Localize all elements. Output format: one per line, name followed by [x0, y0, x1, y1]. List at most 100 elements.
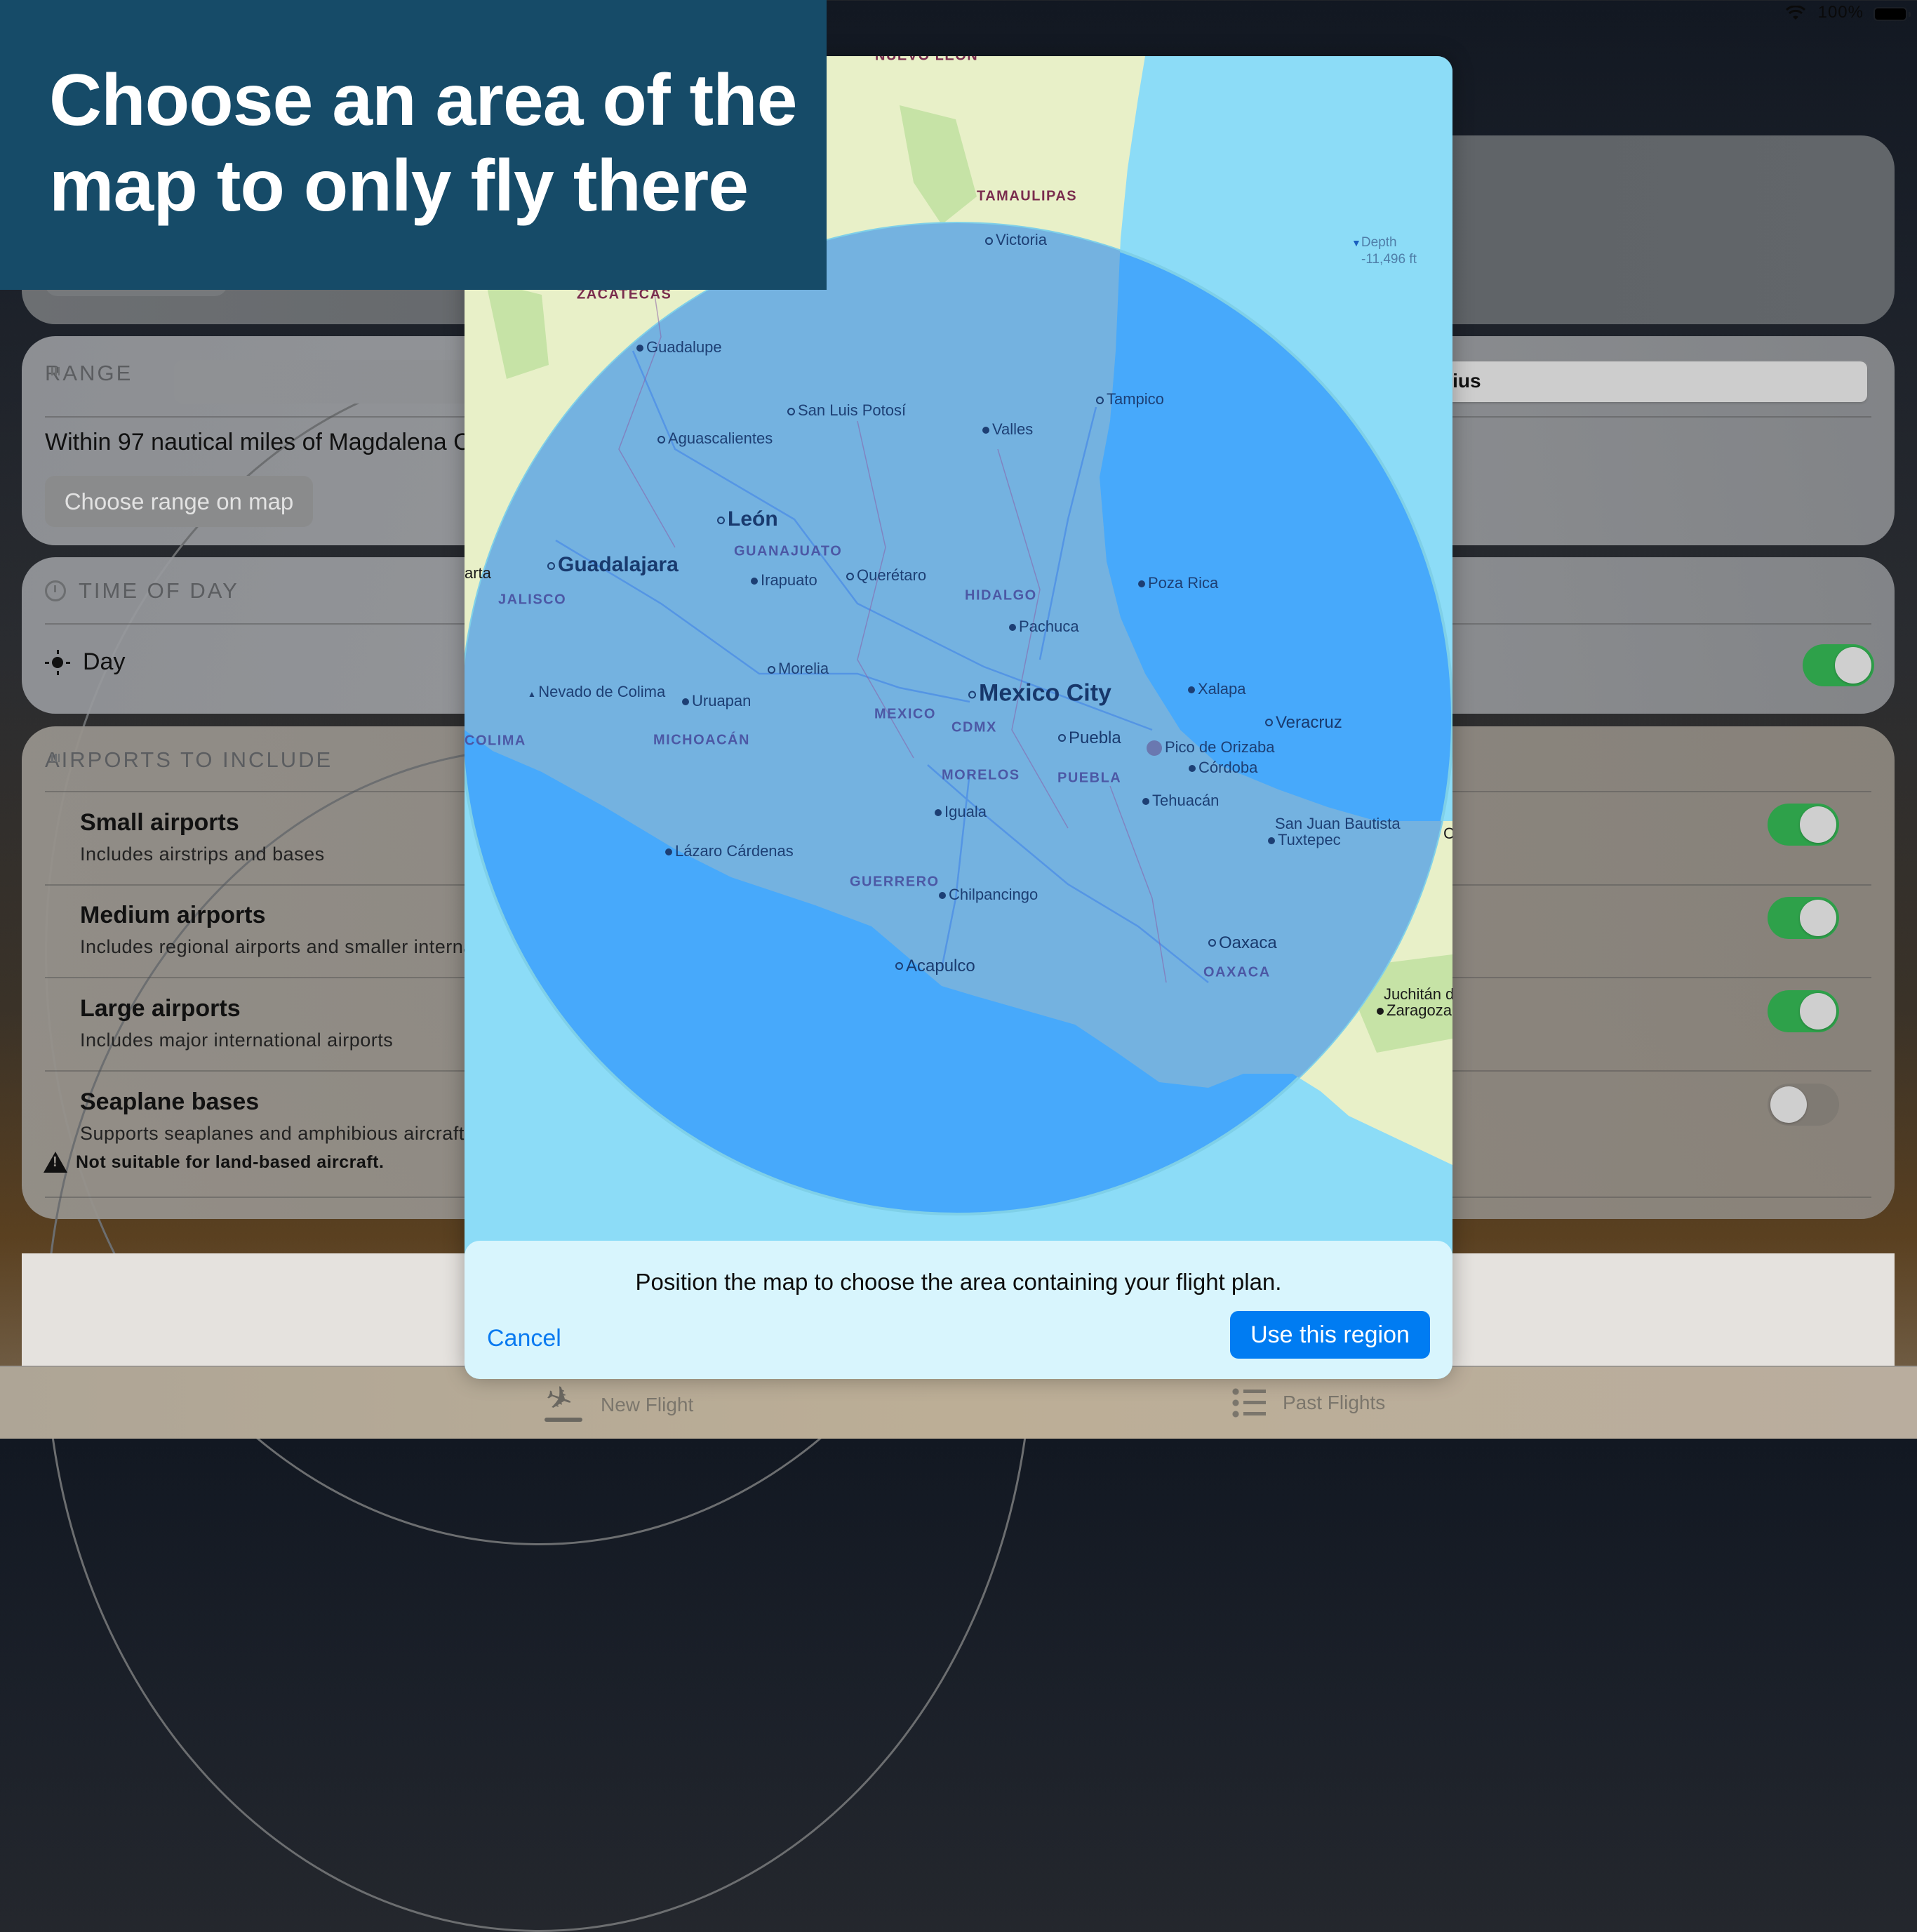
map-label-tamaulipas: TAMAULIPAS — [977, 188, 1078, 204]
city-dot — [547, 561, 555, 570]
map-label-guerrero: GUERRERO — [850, 874, 940, 890]
item-subtitle: Includes airstrips and bases — [80, 844, 325, 865]
map-label-tampico: Tampico — [1096, 390, 1164, 408]
tab-new-flight[interactable]: New Flight — [545, 1388, 693, 1422]
map-label-cordoba: Córdoba — [1189, 759, 1257, 777]
item-title: Small airports — [80, 809, 239, 836]
city-dot — [665, 848, 672, 856]
map-label-morelos: MORELOS — [942, 767, 1020, 783]
city-dot — [1208, 938, 1216, 947]
banner-line-1: Choose an area of the — [49, 60, 797, 141]
item-subtitle: Supports seaplanes and amphibious aircra… — [80, 1123, 465, 1144]
map-label-nuevo-leon: NUEVO LEÓN — [875, 56, 978, 65]
tab-past-flights[interactable]: Past Flights — [1232, 1388, 1385, 1418]
airport-type-seaplane: Seaplane bases Supports seaplanes and am… — [80, 1088, 465, 1145]
city-dot — [1009, 624, 1016, 632]
label-text: Acapulco — [906, 957, 975, 975]
city-dot — [768, 665, 775, 674]
map-label-leon: León — [717, 507, 778, 531]
map-label-iguala: Iguala — [935, 803, 987, 821]
large-airports-toggle[interactable] — [1768, 990, 1839, 1032]
promo-banner: Choose an area of the map to only fly th… — [0, 0, 827, 290]
city-dot — [717, 516, 725, 524]
label-text: Puebla — [1069, 728, 1121, 747]
label-text: Nevado de Colima — [538, 683, 666, 700]
time-header-label: TIME OF DAY — [79, 578, 239, 603]
city-dot — [682, 698, 689, 706]
warning-text: Not suitable for land-based aircraft. — [76, 1152, 385, 1172]
map-label-nevado-de-colima: ▲ Nevado de Colima — [528, 683, 665, 701]
depth-indicator: ▼Depth -11,496 ft — [1351, 234, 1417, 268]
map-label-irapuato: Irapuato — [751, 571, 817, 589]
day-option: Day — [45, 648, 125, 676]
city-dot — [968, 691, 976, 699]
seaplane-warning: Not suitable for land-based aircraft. — [44, 1152, 384, 1173]
list-icon — [1232, 1388, 1266, 1418]
label-text: Veracruz — [1276, 713, 1342, 732]
tab-label: Past Flights — [1283, 1392, 1386, 1413]
label-text: Tampico — [1107, 390, 1164, 408]
map-label-aguascalientes: Aguascalientes — [657, 429, 773, 448]
instruction-text: Position the map to choose the area cont… — [635, 1269, 1282, 1295]
label-text: Victoria — [996, 231, 1047, 248]
map-label-uruapan: Uruapan — [682, 692, 751, 710]
item-title: Seaplane bases — [80, 1088, 260, 1115]
toggle-knob — [1770, 1086, 1807, 1123]
label-text: Córdoba — [1198, 759, 1258, 776]
medium-airports-toggle[interactable] — [1768, 897, 1839, 939]
city-dot — [982, 427, 989, 434]
city-dot — [1265, 718, 1273, 726]
map-label-zaragoza: Zaragoza — [1377, 1001, 1452, 1020]
label-text: Morelia — [778, 660, 829, 677]
toggle-knob — [1800, 806, 1836, 843]
map-label-xalapa: Xalapa — [1188, 680, 1246, 698]
label-text: Tehuacán — [1152, 792, 1220, 809]
map-label-mexico-state: MEXICO — [874, 706, 936, 722]
banner-headline: Choose an area of the map to only fly th… — [49, 58, 821, 229]
city-dot — [1268, 837, 1275, 845]
modal-footer: Position the map to choose the area cont… — [465, 1241, 1452, 1379]
city-dot — [1377, 1008, 1384, 1015]
choose-range-on-map-button[interactable]: Choose range on map — [45, 476, 313, 527]
map-label-guadalupe: Guadalupe — [636, 338, 722, 357]
toggle-knob — [1800, 993, 1836, 1030]
mountain-icon: ▲ — [528, 689, 539, 699]
day-toggle[interactable] — [1803, 644, 1874, 686]
map-label-tuxtepec: Tuxtepec — [1268, 831, 1341, 849]
map-label-michoacan: MICHOACÁN — [653, 732, 750, 748]
depth-label: Depth — [1361, 235, 1397, 250]
tab-label: New Flight — [601, 1394, 694, 1415]
label-text: Lázaro Cárdenas — [675, 842, 794, 860]
small-airports-toggle[interactable] — [1768, 804, 1839, 846]
map-label-guanajuato: GUANAJUATO — [734, 543, 843, 559]
city-dot — [939, 892, 946, 900]
map-label-puebla: Puebla — [1058, 725, 1121, 749]
time-header: TIME OF DAY — [45, 578, 239, 604]
segment-radius[interactable]: dius — [1441, 361, 1867, 402]
map-label-lazaro-cardenas: Lázaro Cárdenas — [665, 842, 794, 860]
map-label-oaxaca: Oaxaca — [1208, 930, 1277, 954]
cancel-button[interactable]: Cancel — [487, 1325, 561, 1352]
sun-icon — [45, 649, 70, 675]
item-subtitle: Includes major international airports — [80, 1030, 394, 1051]
city-dot — [751, 578, 758, 585]
label-text: Iguala — [944, 803, 987, 820]
label-text: Tuxtepec — [1278, 831, 1341, 848]
range-description: Within 97 nautical miles of Magdalena C — [45, 429, 471, 455]
wifi-icon — [1785, 6, 1806, 20]
map-label-san-luis-potosi: San Luis Potosí — [787, 401, 906, 420]
label-text: Aguascalientes — [668, 429, 773, 447]
airport-type-small: Small airports Includes airstrips and ba… — [80, 809, 325, 865]
seaplane-bases-toggle[interactable] — [1768, 1084, 1839, 1126]
city-dot — [1188, 686, 1195, 694]
use-this-region-button[interactable]: Use this region — [1230, 1311, 1430, 1359]
city-dot — [1096, 396, 1104, 404]
map-label-valles: Valles — [982, 420, 1033, 439]
city-dot — [1138, 580, 1145, 588]
battery-percent: 100% — [1817, 3, 1864, 22]
city-dot — [787, 407, 795, 415]
battery-icon — [1873, 7, 1911, 21]
warning-icon — [44, 1152, 67, 1173]
item-title: Medium airports — [80, 902, 266, 928]
day-label: Day — [83, 648, 126, 675]
